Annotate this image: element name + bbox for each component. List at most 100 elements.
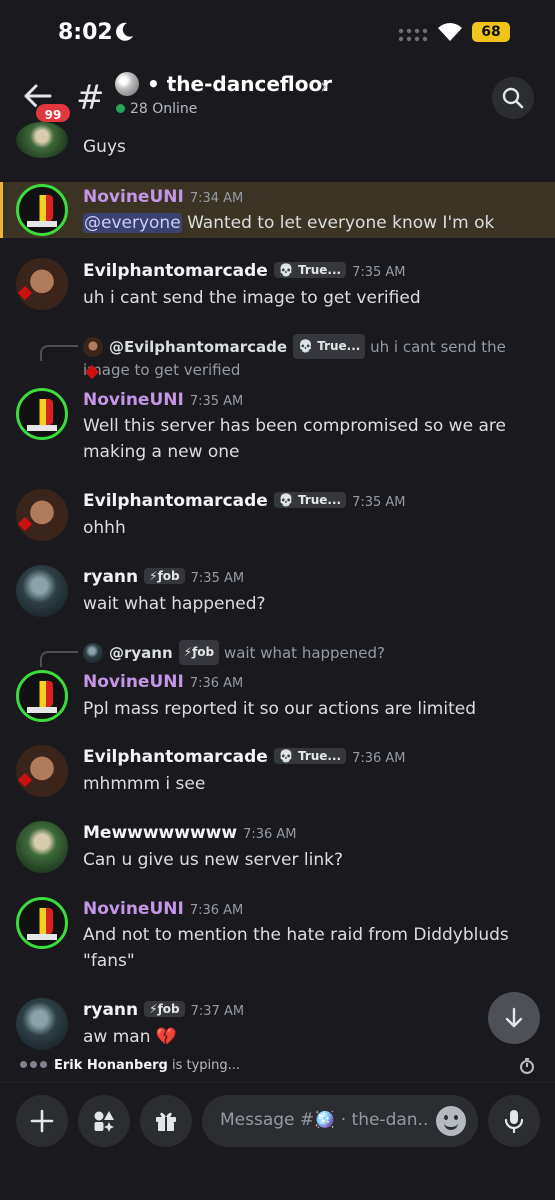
message-timestamp: 7:35 AM xyxy=(189,394,244,409)
reply-author: @ryann xyxy=(109,644,173,662)
role-tag[interactable]: 💀 True... xyxy=(273,748,347,764)
typing-dot xyxy=(30,1061,37,1068)
reply-spine xyxy=(40,345,78,361)
apps-button[interactable] xyxy=(78,1095,130,1147)
message-text: @everyone Wanted to let everyone know I'… xyxy=(83,213,495,233)
message-author[interactable]: Evilphantomarcade 💀 True... 7:35 AM xyxy=(83,491,406,511)
reply-text: wait what happened? xyxy=(223,644,386,662)
message-timestamp: 7:36 AM xyxy=(189,676,244,691)
message-author[interactable]: NovineUNI 7:34 AM xyxy=(83,187,243,207)
reply-preview[interactable]: @Evilphantomarcade 💀 True... uh i cant se… xyxy=(83,334,543,382)
online-status-dot xyxy=(116,104,125,113)
message-author[interactable]: NovineUNI 7:35 AM xyxy=(83,390,243,410)
avatar[interactable] xyxy=(16,897,68,949)
composer-bar: Message #🪩 · the-dan... xyxy=(0,1082,555,1200)
avatar[interactable] xyxy=(16,745,68,797)
reply-preview[interactable]: @ryann ⚡ƒob wait what happened? xyxy=(83,640,543,665)
channel-title[interactable]: • the-dancefloor xyxy=(147,72,332,96)
message-text: mhmmm i see xyxy=(83,774,206,794)
role-tag[interactable]: 💀 True... xyxy=(273,492,347,508)
typing-suffix: is typing... xyxy=(167,1058,241,1073)
role-tag[interactable]: ⚡ƒob xyxy=(144,1001,185,1017)
message-item[interactable]: NovineUNI 7:35 AM Well this server has be… xyxy=(0,386,555,466)
message-item[interactable]: Evilphantomarcade 💀 True... 7:35 AM ohhh xyxy=(0,487,555,543)
message-author[interactable]: Mewwwwwwww 7:36 AM xyxy=(83,823,297,843)
reply-spine xyxy=(40,651,78,667)
message-input[interactable]: Message #🪩 · the-dan... xyxy=(202,1095,478,1147)
message-author[interactable]: ryann ⚡ƒob 7:37 AM xyxy=(83,1000,244,1020)
avatar[interactable] xyxy=(16,184,68,236)
message-timestamp: 7:34 AM xyxy=(189,191,244,206)
mention-everyone[interactable]: @everyone xyxy=(83,213,182,233)
message-timestamp: 7:37 AM xyxy=(190,1004,245,1019)
message-item[interactable]: ryann ⚡ƒob 7:37 AM aw man 💔 xyxy=(0,996,555,1052)
search-button[interactable] xyxy=(492,77,534,119)
message-item[interactable]: Mewwwwwwww 7:36 AM Can u give us new serv… xyxy=(0,819,555,875)
typing-dot xyxy=(20,1061,27,1068)
message-author[interactable]: ryann ⚡ƒob 7:35 AM xyxy=(83,567,244,587)
avatar[interactable] xyxy=(16,122,68,158)
plus-icon xyxy=(30,1109,54,1133)
message-text: wait what happened? xyxy=(83,594,266,614)
message-author[interactable]: NovineUNI 7:36 AM xyxy=(83,899,243,919)
disco-ball-icon xyxy=(115,72,139,96)
message-item[interactable]: ryann ⚡ƒob 7:35 AM wait what happened? xyxy=(0,563,555,619)
message-text: uh i cant send the image to get verified xyxy=(83,288,421,308)
signal-dots-icon xyxy=(398,28,428,42)
message-text: ohhh xyxy=(83,518,126,538)
message-timestamp: 7:35 AM xyxy=(190,571,245,586)
search-icon xyxy=(502,87,524,109)
typing-dot xyxy=(40,1061,47,1068)
message-input-placeholder: Message #🪩 · the-dan... xyxy=(220,1110,430,1130)
message-item[interactable]: Evilphantomarcade 💀 True... 7:36 AM mhmmm … xyxy=(0,743,555,799)
gift-icon xyxy=(156,1112,176,1131)
message-item[interactable]: NovineUNI 7:36 AM And not to mention the … xyxy=(0,895,555,975)
microphone-icon xyxy=(504,1110,524,1133)
avatar[interactable] xyxy=(16,388,68,440)
message-author[interactable]: Evilphantomarcade 💀 True... 7:36 AM xyxy=(83,747,406,767)
hash-icon: # xyxy=(76,78,105,118)
online-count: 28 Online xyxy=(130,101,198,117)
message-item[interactable]: Guys xyxy=(0,122,555,172)
avatar[interactable] xyxy=(16,670,68,722)
message-item[interactable]: Evilphantomarcade 💀 True... 7:35 AM uh i c… xyxy=(0,256,555,316)
message-timestamp: 7:36 AM xyxy=(243,827,297,842)
avatar[interactable] xyxy=(16,821,68,873)
message-text: aw man 💔 xyxy=(83,1027,178,1047)
role-tag[interactable]: ⚡ƒob xyxy=(144,568,185,584)
status-time: 8:02 xyxy=(58,20,113,45)
message-item[interactable]: NovineUNI 7:36 AM Ppl mass reported it so… xyxy=(0,668,555,724)
chevron-right-icon[interactable]: › xyxy=(320,74,328,98)
message-text: Well this server has been compromised so… xyxy=(83,416,506,462)
message-author[interactable]: Evilphantomarcade 💀 True... 7:35 AM xyxy=(83,261,406,281)
message-text: Guys xyxy=(83,137,126,157)
message-text: Can u give us new server link? xyxy=(83,850,343,870)
message-timestamp: 7:36 AM xyxy=(189,903,244,918)
wifi-icon xyxy=(438,23,462,41)
gift-button[interactable] xyxy=(140,1095,192,1147)
arrow-down-icon xyxy=(505,1007,523,1028)
role-tag[interactable]: 💀 True... xyxy=(273,262,347,278)
message-timestamp: 7:36 AM xyxy=(352,751,406,766)
message-author[interactable]: NovineUNI 7:36 AM xyxy=(83,672,243,692)
apps-icon xyxy=(94,1111,114,1132)
avatar[interactable] xyxy=(16,489,68,541)
typing-user: Erik Honanberg xyxy=(54,1058,168,1073)
avatar[interactable] xyxy=(16,565,68,617)
message-timestamp: 7:35 AM xyxy=(352,265,406,280)
battery-indicator: 68 xyxy=(472,22,510,42)
avatar[interactable] xyxy=(16,998,68,1050)
message-item[interactable]: NovineUNI 7:34 AM @everyone Wanted to let… xyxy=(0,182,555,238)
reply-avatar xyxy=(83,337,103,357)
reply-avatar xyxy=(83,643,103,663)
add-attachment-button[interactable] xyxy=(16,1095,68,1147)
avatar[interactable] xyxy=(16,258,68,310)
scroll-to-bottom-button[interactable] xyxy=(488,992,540,1044)
emoji-icon[interactable] xyxy=(436,1106,466,1136)
status-bar: 8:02 68 xyxy=(0,0,555,62)
reply-author: @Evilphantomarcade xyxy=(109,338,288,356)
unread-badge: 99 xyxy=(34,102,72,124)
voice-message-button[interactable] xyxy=(488,1095,540,1147)
typing-indicator: Erik Honanberg is typing... xyxy=(20,1058,240,1073)
moon-icon xyxy=(116,22,133,41)
